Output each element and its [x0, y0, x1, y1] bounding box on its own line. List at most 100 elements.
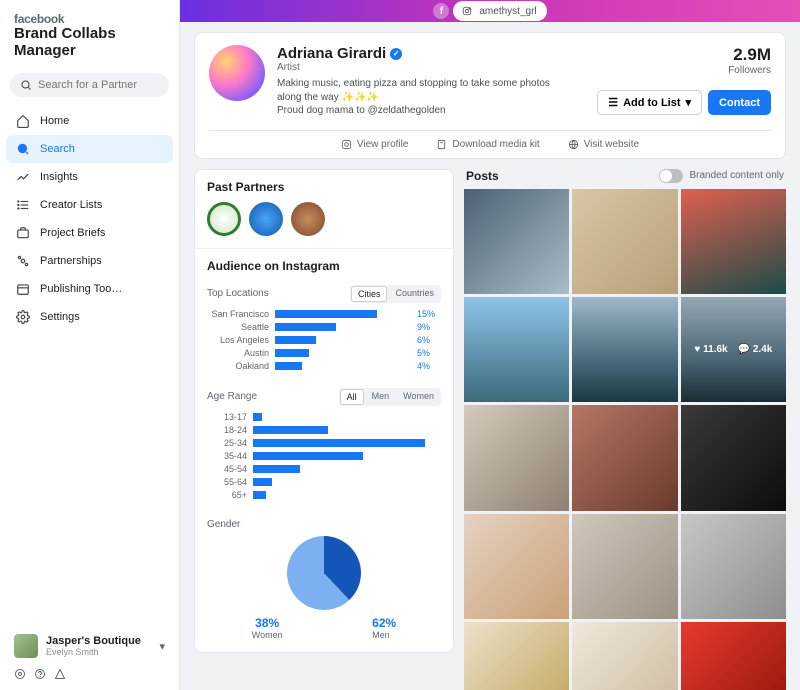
bar-row: Los Angeles6%	[207, 335, 441, 345]
partner-logo[interactable]	[291, 202, 325, 236]
search-icon	[16, 142, 30, 156]
help-icon[interactable]	[34, 668, 46, 680]
profile-name-row: Adriana Girardi	[277, 45, 585, 62]
contact-button[interactable]: Contact	[708, 90, 771, 115]
gender-label: Gender	[207, 519, 240, 530]
post-thumbnail[interactable]	[681, 189, 786, 294]
profile-stats: 2.9M Followers ☰ Add to List ▾ Contact	[597, 45, 771, 118]
locations-segment[interactable]: Cities Countries	[350, 285, 441, 303]
toggle-switch-icon[interactable]	[659, 169, 683, 183]
bar-label: 55-64	[207, 477, 247, 487]
post-thumbnail[interactable]	[464, 189, 569, 294]
search-icon	[20, 79, 32, 91]
bar-label: San Francisco	[207, 309, 269, 319]
sidebar: facebook Brand Collabs Manager Home Sear…	[0, 0, 180, 690]
post-thumbnail[interactable]	[572, 297, 677, 402]
nav-label: Project Briefs	[40, 227, 105, 239]
download-icon	[436, 139, 447, 150]
report-icon[interactable]	[54, 668, 66, 680]
post-thumbnail[interactable]	[464, 405, 569, 510]
nav-label: Publishing Too…	[40, 283, 122, 295]
post-thumbnail[interactable]: ♥ 11.6k 💬 2.4k	[681, 297, 786, 402]
topbar: f amethyst_grl	[180, 0, 800, 22]
chevron-down-icon: ▾	[686, 96, 692, 109]
profile-name: Adriana Girardi	[277, 45, 386, 62]
instagram-handle: amethyst_grl	[479, 6, 536, 17]
seg-all[interactable]: All	[340, 389, 364, 405]
nav-label: Settings	[40, 311, 80, 323]
nav-settings[interactable]: Settings	[6, 303, 173, 331]
account-switcher[interactable]: Jasper's Boutique Evelyn Smith ▾	[12, 630, 167, 662]
gear-icon	[16, 310, 30, 324]
seg-men[interactable]: Men	[365, 388, 397, 406]
bar-row: 25-34	[207, 438, 441, 448]
partner-logo[interactable]	[249, 202, 283, 236]
nav-partnerships[interactable]: Partnerships	[6, 247, 173, 275]
followers-count: 2.9M	[597, 45, 771, 65]
seg-cities[interactable]: Cities	[351, 286, 388, 302]
seg-countries[interactable]: Countries	[388, 285, 441, 303]
bar-row: Oakland 4%	[207, 361, 441, 371]
nav-label: Partnerships	[40, 255, 102, 267]
chevron-down-icon: ▾	[159, 640, 165, 653]
bar-track	[253, 478, 441, 486]
tab-visit-website[interactable]: Visit website	[568, 139, 639, 150]
nav-publishing[interactable]: Publishing Too…	[6, 275, 173, 303]
main: f amethyst_grl Adriana Girardi	[180, 0, 800, 690]
post-thumbnail[interactable]	[572, 189, 677, 294]
post-thumbnail[interactable]	[681, 514, 786, 619]
nav-project-briefs[interactable]: Project Briefs	[6, 219, 173, 247]
tab-download-media-kit[interactable]: Download media kit	[436, 139, 539, 150]
bar-row: 35-44	[207, 451, 441, 461]
gender-pie-chart	[287, 536, 361, 610]
gender-block: Gender 38% Women 62% Men	[195, 513, 453, 652]
nav-home[interactable]: Home	[6, 107, 173, 135]
comment-icon: 💬 2.4k	[738, 344, 773, 355]
bar-row: 18-24	[207, 425, 441, 435]
nav-search[interactable]: Search	[6, 135, 173, 163]
post-thumbnail[interactable]	[572, 514, 677, 619]
briefcase-icon	[16, 226, 30, 240]
bar-value: 4%	[417, 361, 441, 371]
audience-title: Audience on Instagram	[195, 248, 453, 281]
bar-label: 65+	[207, 490, 247, 500]
facebook-icon[interactable]: f	[433, 3, 449, 19]
age-bars: 13-1718-2425-3435-4445-5455-6465+	[207, 412, 441, 500]
nav-creator-lists[interactable]: Creator Lists	[6, 191, 173, 219]
tab-view-profile[interactable]: View profile	[341, 139, 409, 150]
list-icon	[16, 198, 30, 212]
post-thumbnail[interactable]	[572, 622, 677, 690]
bar-label: Los Angeles	[207, 335, 269, 345]
seg-women[interactable]: Women	[396, 388, 441, 406]
bar-track	[275, 310, 411, 318]
partner-search-input[interactable]	[38, 79, 159, 91]
profile-tabs: View profile Download media kit Visit we…	[209, 130, 771, 158]
post-thumbnail[interactable]	[681, 405, 786, 510]
nav-insights[interactable]: Insights	[6, 163, 173, 191]
branded-only-toggle[interactable]: Branded content only	[659, 169, 784, 183]
post-thumbnail[interactable]	[464, 297, 569, 402]
age-range-block: Age Range All Men Women 13-1718-2425-343…	[195, 384, 453, 513]
bar-row: San Francisco15%	[207, 309, 441, 319]
verified-badge-icon	[390, 48, 402, 60]
handshake-icon	[16, 254, 30, 268]
post-thumbnail[interactable]	[464, 622, 569, 690]
partner-search[interactable]	[10, 73, 169, 97]
bar-label: Seattle	[207, 322, 269, 332]
add-to-list-button[interactable]: ☰ Add to List ▾	[597, 90, 702, 115]
age-segment[interactable]: All Men Women	[339, 388, 441, 406]
partner-logo[interactable]	[207, 202, 241, 236]
home-icon	[16, 114, 30, 128]
instagram-handle-chip[interactable]: amethyst_grl	[453, 1, 546, 21]
bar-track	[253, 465, 441, 473]
list-add-icon: ☰	[608, 96, 618, 109]
bar-label: Oakland	[207, 361, 269, 371]
post-thumbnail[interactable]	[464, 514, 569, 619]
post-thumbnail[interactable]	[681, 622, 786, 690]
settings-cog-icon[interactable]	[14, 668, 26, 680]
post-thumbnail[interactable]	[572, 405, 677, 510]
past-partners-card: Past Partners Audience on Instagram	[194, 169, 454, 653]
bar-row: 45-54	[207, 464, 441, 474]
bar-track	[275, 349, 411, 357]
bar-track	[253, 491, 441, 499]
